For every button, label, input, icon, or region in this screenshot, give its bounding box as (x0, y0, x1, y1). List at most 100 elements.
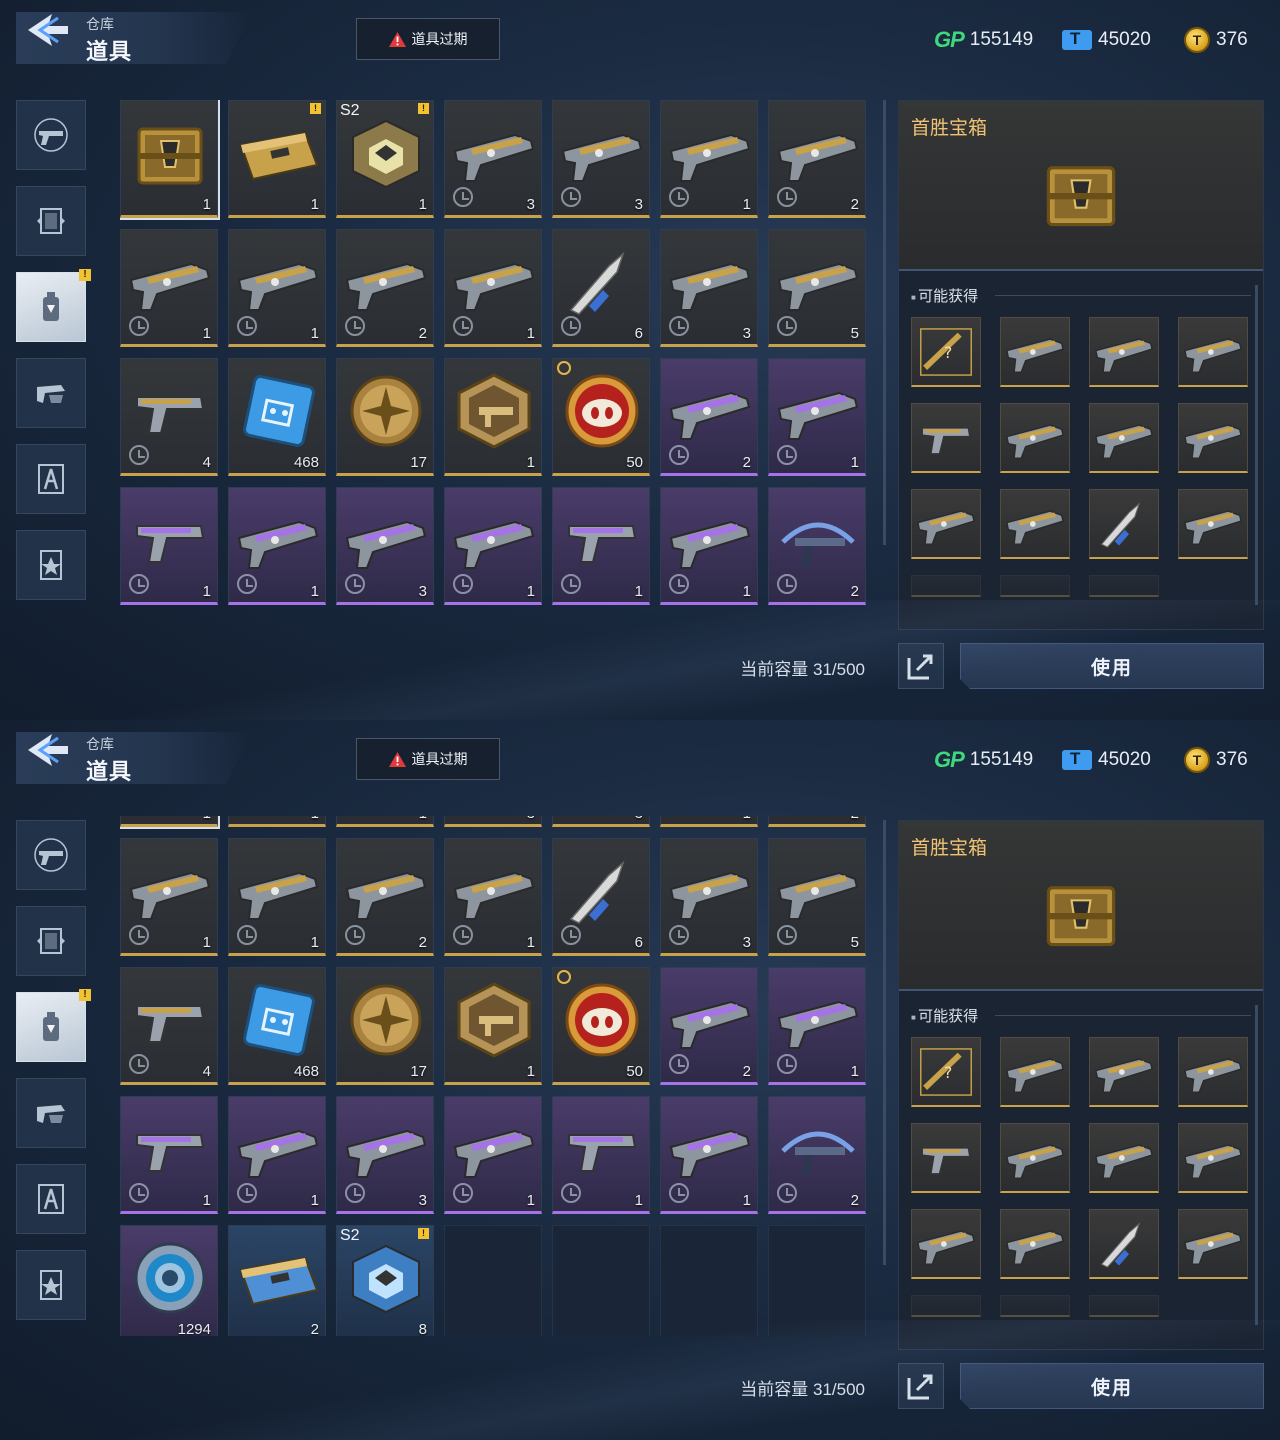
reward-item[interactable] (1089, 1123, 1159, 1193)
inventory-item[interactable]: 1 (120, 816, 220, 829)
category-tab-frame[interactable] (16, 186, 86, 256)
inventory-item[interactable]: 1 (444, 967, 542, 1085)
expired-items-button[interactable]: 道具过期 (356, 738, 500, 780)
grid-scrollbar[interactable] (883, 820, 886, 1265)
inventory-item[interactable]: 1 (660, 1096, 758, 1214)
inventory-item[interactable]: 1 (228, 1096, 326, 1214)
inventory-item[interactable]: 2 (228, 1225, 326, 1336)
inventory-item[interactable]: 2 (336, 229, 434, 347)
inventory-item[interactable]: 1 (444, 1096, 542, 1214)
reward-item[interactable]: ? (911, 317, 981, 387)
inventory-item[interactable]: 3 (444, 100, 542, 218)
inventory-item[interactable]: !1 (228, 100, 326, 218)
inventory-item[interactable]: 1 (228, 487, 326, 605)
inventory-item[interactable]: 3 (336, 487, 434, 605)
inventory-item[interactable]: 1 (120, 229, 218, 347)
inventory-item[interactable]: S2! 8 (336, 1225, 434, 1336)
inventory-item[interactable]: 17 (336, 358, 434, 476)
inventory-item[interactable]: 2 (660, 358, 758, 476)
inventory-item[interactable]: 3 (660, 838, 758, 956)
inventory-item[interactable]: 3 (336, 1096, 434, 1214)
reward-item[interactable]: ? (911, 1037, 981, 1107)
inventory-item[interactable]: 1 (768, 967, 866, 1085)
inventory-item[interactable]: 17 (336, 967, 434, 1085)
inventory-item[interactable]: 1 (228, 229, 326, 347)
inventory-item[interactable]: 1 (552, 487, 650, 605)
reward-item[interactable] (1089, 317, 1159, 387)
inventory-item[interactable]: !1 (228, 816, 326, 827)
reward-item[interactable] (1178, 317, 1248, 387)
category-tab-pistol[interactable] (16, 820, 86, 890)
rewards-scrollbar[interactable] (1255, 1005, 1258, 1325)
inventory-item[interactable]: 1 (444, 487, 542, 605)
inventory-item[interactable]: 4 (120, 967, 218, 1085)
inventory-item[interactable]: 2 (768, 100, 866, 218)
inventory-item[interactable]: 1 (120, 487, 218, 605)
use-button[interactable]: 使用 (960, 1363, 1264, 1409)
inventory-item[interactable]: 468 (228, 358, 326, 476)
inventory-item[interactable]: 6 (552, 838, 650, 956)
reward-item[interactable] (1178, 1123, 1248, 1193)
reward-item[interactable] (1000, 1123, 1070, 1193)
inventory-item[interactable]: 2 (768, 1096, 866, 1214)
inventory-item[interactable]: 1 (444, 229, 542, 347)
back-button[interactable] (18, 730, 74, 770)
reward-item[interactable] (1000, 1209, 1070, 1279)
category-tab-spray-can[interactable]: ! (16, 989, 91, 1062)
share-button[interactable] (898, 643, 944, 689)
inventory-item[interactable]: 1 (660, 487, 758, 605)
rewards-scrollbar[interactable] (1255, 285, 1258, 605)
inventory-item[interactable]: 4 (120, 358, 218, 476)
inventory-item[interactable]: 3 (552, 100, 650, 218)
reward-item[interactable] (1178, 1037, 1248, 1107)
share-button[interactable] (898, 1363, 944, 1409)
reward-item[interactable] (1089, 1209, 1159, 1279)
inventory-item[interactable]: 2 (768, 816, 866, 827)
category-tab-character[interactable] (16, 1164, 86, 1234)
reward-item[interactable] (1089, 403, 1159, 473)
reward-item[interactable] (1000, 1037, 1070, 1107)
category-tab-star-badge[interactable] (16, 530, 86, 600)
inventory-item[interactable]: 3 (444, 816, 542, 827)
reward-item[interactable] (911, 489, 981, 559)
inventory-item[interactable]: 1 (768, 358, 866, 476)
category-tab-spray-can[interactable]: ! (16, 269, 91, 342)
inventory-item[interactable]: 5 (768, 838, 866, 956)
category-tab-pistol[interactable] (16, 100, 86, 170)
reward-item[interactable] (1178, 489, 1248, 559)
category-tab-star-badge[interactable] (16, 1250, 86, 1320)
back-button[interactable] (18, 10, 74, 50)
category-tab-gun-parts[interactable] (16, 358, 86, 428)
inventory-item[interactable]: 1 (120, 100, 220, 220)
reward-item[interactable] (1000, 317, 1070, 387)
inventory-item[interactable]: 50 (552, 967, 650, 1085)
reward-item[interactable] (1089, 1037, 1159, 1107)
inventory-item[interactable]: 5 (768, 229, 866, 347)
inventory-item[interactable]: 468 (228, 967, 326, 1085)
reward-item[interactable] (911, 1209, 981, 1279)
inventory-item[interactable]: 1 (660, 816, 758, 827)
inventory-item[interactable]: 6 (552, 229, 650, 347)
inventory-item[interactable]: S2!1 (336, 100, 434, 218)
inventory-item[interactable]: 1 (444, 358, 542, 476)
reward-item[interactable] (1000, 489, 1070, 559)
grid-scrollbar[interactable] (883, 100, 886, 545)
inventory-item[interactable]: 1 (120, 838, 218, 956)
reward-item[interactable] (911, 403, 981, 473)
inventory-item[interactable]: S2!1 (336, 816, 434, 827)
use-button[interactable]: 使用 (960, 643, 1264, 689)
reward-item[interactable] (911, 1123, 981, 1193)
reward-item[interactable] (1178, 1209, 1248, 1279)
inventory-item[interactable]: 1 (660, 100, 758, 218)
inventory-item[interactable]: 3 (660, 229, 758, 347)
reward-item[interactable] (1000, 403, 1070, 473)
reward-item[interactable] (1089, 489, 1159, 559)
inventory-item[interactable]: 2 (660, 967, 758, 1085)
inventory-item[interactable]: 2 (768, 487, 866, 605)
category-tab-frame[interactable] (16, 906, 86, 976)
reward-item[interactable] (1178, 403, 1248, 473)
inventory-item[interactable]: 1 (552, 1096, 650, 1214)
category-tab-gun-parts[interactable] (16, 1078, 86, 1148)
inventory-item[interactable]: 1 (444, 838, 542, 956)
inventory-item[interactable]: 1 (228, 838, 326, 956)
